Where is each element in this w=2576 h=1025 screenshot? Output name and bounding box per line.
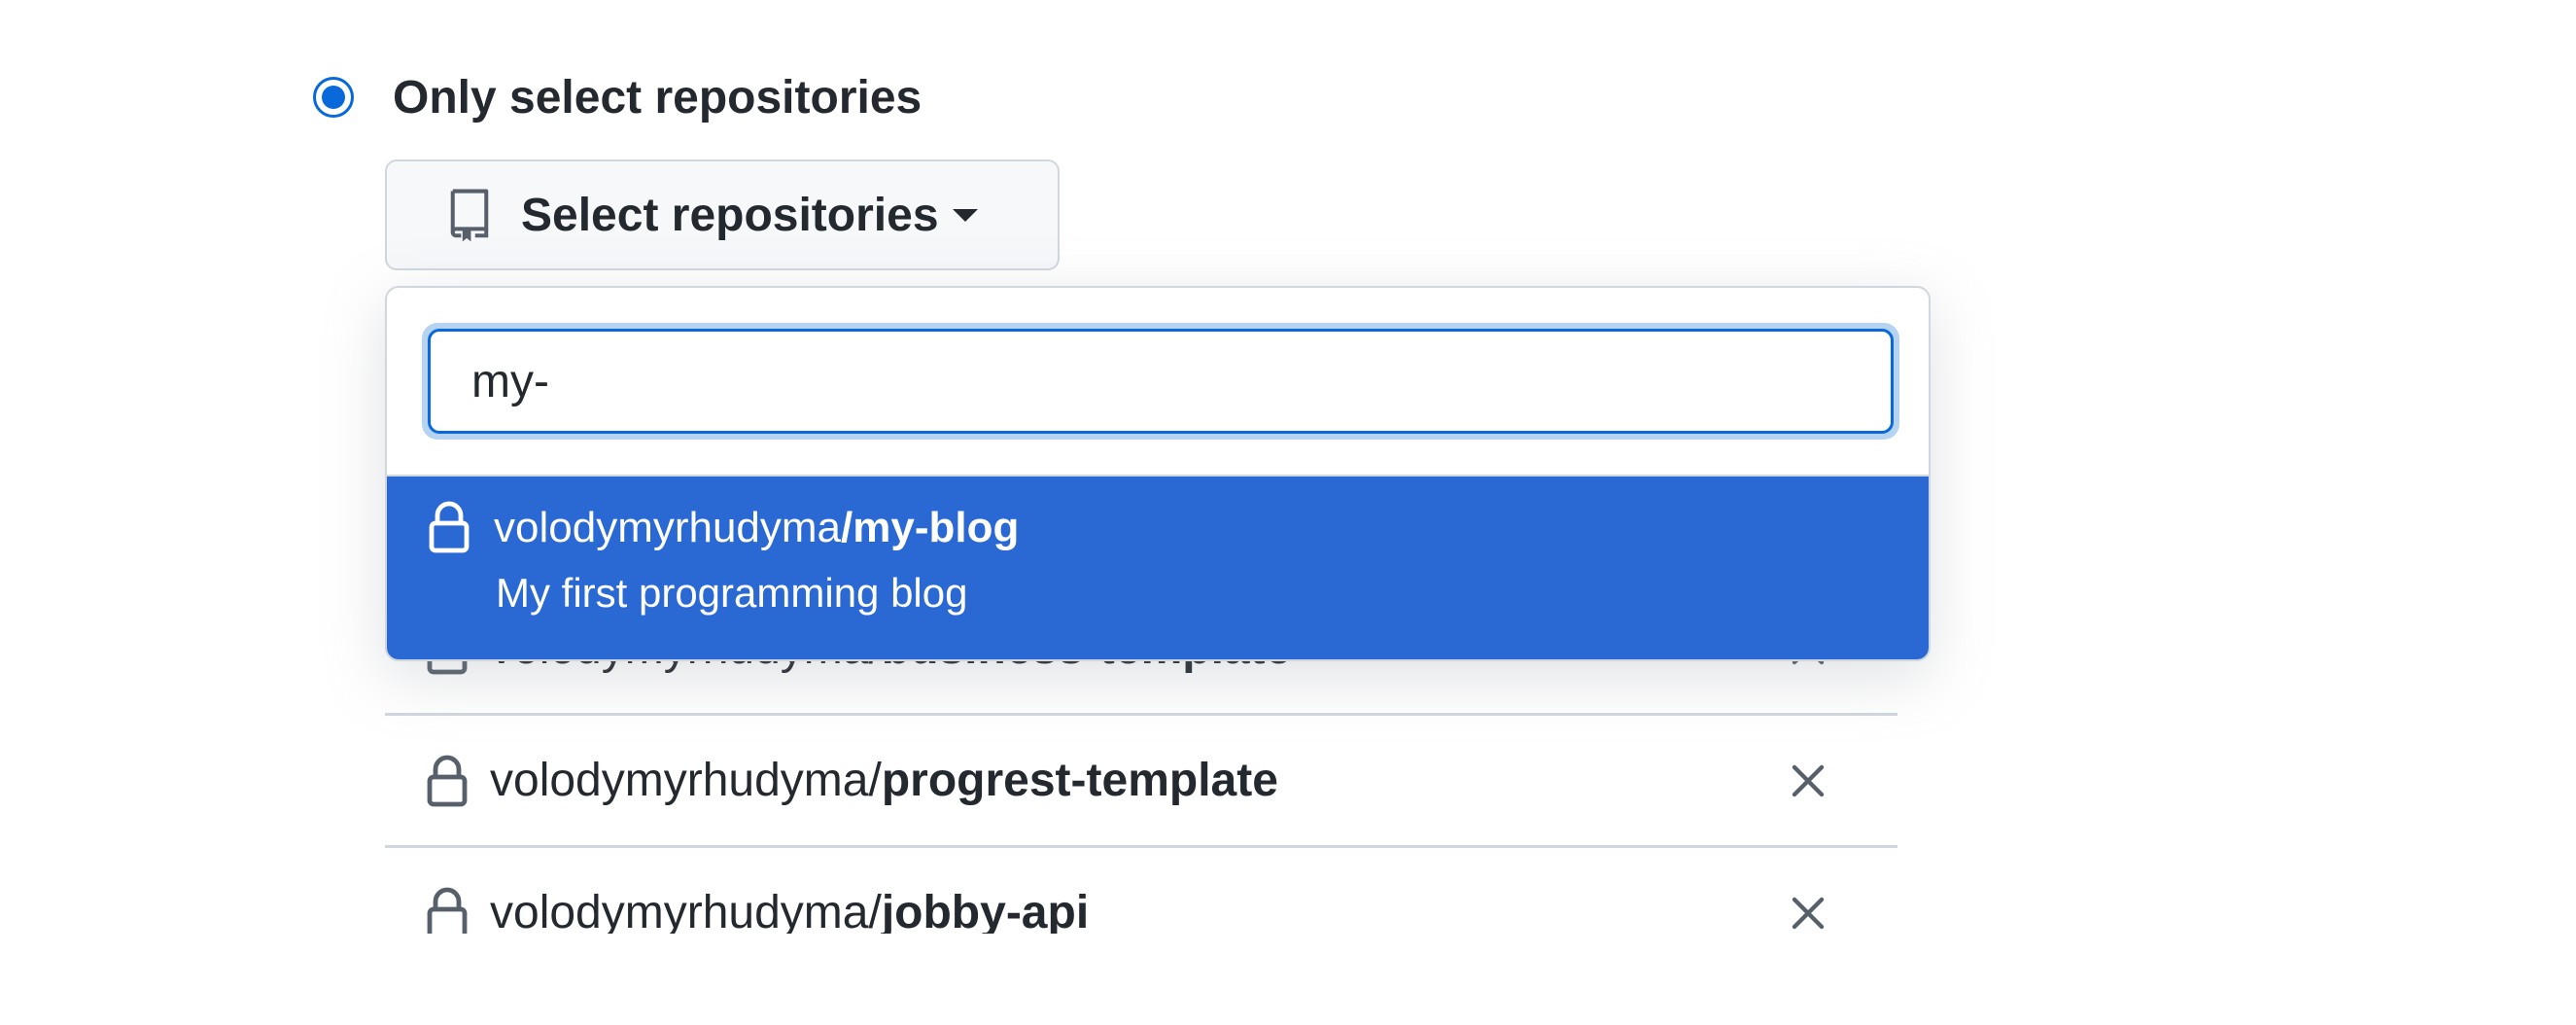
suggestion-repo-name: volodymyrhudyma/my-blog bbox=[494, 504, 1020, 551]
suggestion-item-my-blog[interactable]: volodymyrhudyma/my-blog My first program… bbox=[387, 477, 1929, 659]
repo-name: volodymyrhudyma/jobby-api bbox=[490, 887, 1090, 938]
repository-search-input[interactable] bbox=[428, 329, 1894, 434]
lock-icon bbox=[429, 501, 470, 553]
search-focus-ring bbox=[422, 323, 1899, 440]
only-select-repositories-option[interactable]: Only select repositories bbox=[313, 68, 922, 126]
only-select-label: Only select repositories bbox=[393, 71, 922, 124]
repo-name: volodymyrhudyma/progrest-template bbox=[490, 755, 1278, 806]
repo-icon bbox=[450, 189, 489, 242]
close-icon[interactable] bbox=[1785, 890, 1831, 937]
viewport-bottom-mask bbox=[0, 934, 2576, 1025]
lock-icon bbox=[427, 887, 468, 938]
chevron-down-icon bbox=[952, 208, 978, 222]
list-item: volodymyrhudyma/progrest-template bbox=[385, 716, 1897, 848]
repository-search-popover: volodymyrhudyma/my-blog My first program… bbox=[385, 286, 1931, 661]
close-icon[interactable] bbox=[1785, 758, 1831, 804]
suggestion-description: My first programming blog bbox=[496, 570, 968, 616]
select-repositories-label: Select repositories bbox=[521, 189, 939, 241]
select-repositories-button[interactable]: Select repositories bbox=[385, 159, 1060, 270]
lock-icon bbox=[427, 755, 468, 806]
only-select-radio[interactable] bbox=[313, 77, 354, 118]
radio-selected-dot bbox=[322, 86, 345, 109]
